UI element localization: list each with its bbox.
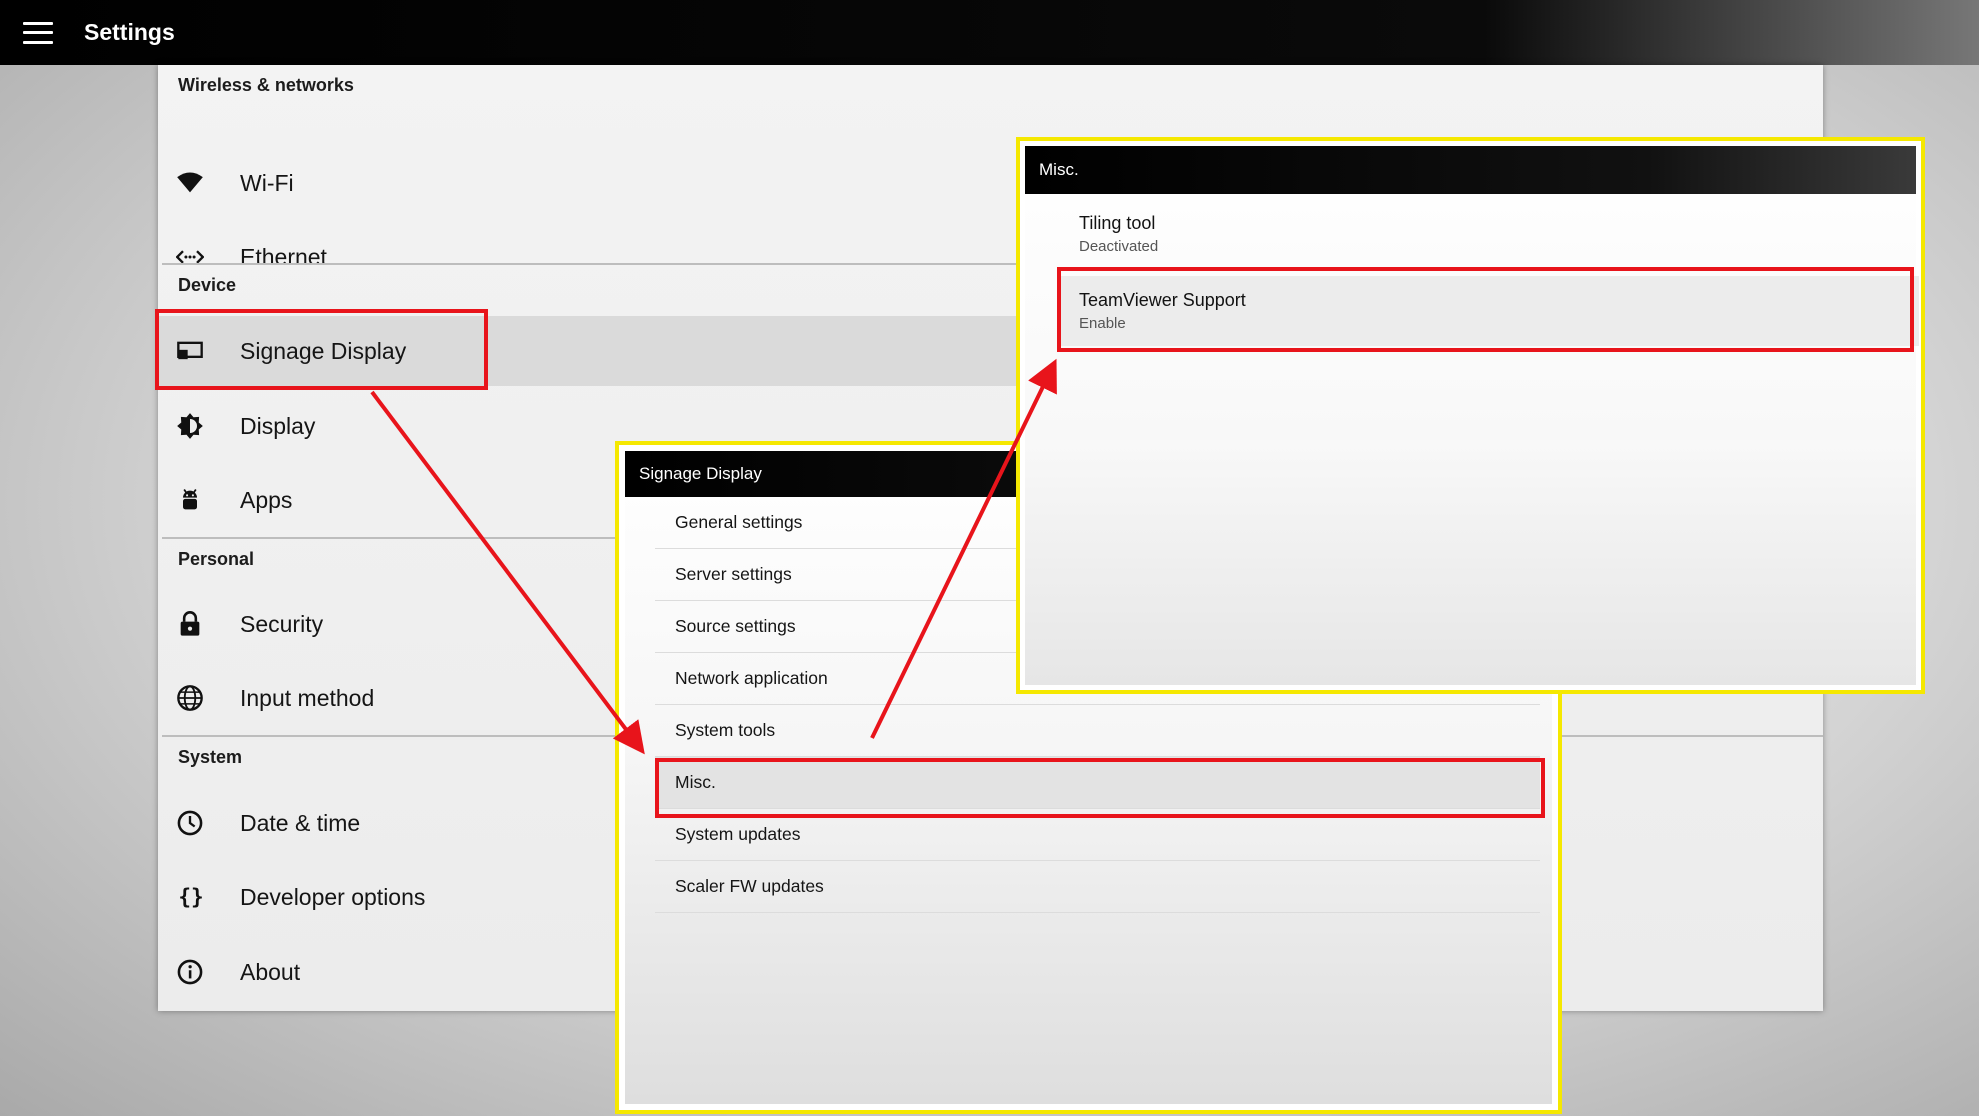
app-title: Settings: [84, 19, 175, 45]
wifi-icon: [176, 168, 236, 198]
misc-item-tiling-tool[interactable]: Tiling tool Deactivated: [1059, 199, 1919, 269]
settings-item-label: Apps: [240, 486, 293, 513]
settings-item-label: Security: [240, 610, 324, 637]
settings-item-label: Ethernet: [240, 243, 327, 270]
brightness-icon: [176, 411, 236, 441]
settings-item-label: Developer options: [240, 883, 426, 910]
lock-icon: [176, 609, 236, 639]
misc-item-title: Tiling tool: [1079, 213, 1156, 233]
misc-item-title: TeamViewer Support: [1079, 290, 1246, 310]
settings-item-ethernet[interactable]: Ethernet: [158, 222, 918, 292]
settings-item-label: Wi-Fi: [240, 169, 294, 196]
svg-text:{}: {}: [178, 885, 203, 909]
misc-content: Misc. Tiling tool Deactivated TeamViewer…: [1025, 146, 1919, 685]
section-header-personal: Personal: [178, 549, 255, 569]
globe-icon: [176, 683, 236, 713]
settings-item-wifi[interactable]: Wi-Fi: [158, 148, 918, 218]
settings-item-label: Display: [240, 412, 316, 439]
settings-item-label: About: [240, 958, 301, 985]
misc-window: Misc. Tiling tool Deactivated TeamViewer…: [1016, 137, 1925, 694]
signage-item-scaler-fw-updates[interactable]: Scaler FW updates: [655, 861, 1540, 913]
section-header-device: Device: [178, 275, 237, 295]
misc-item-subtitle: Deactivated: [1079, 238, 1159, 255]
misc-title: Misc.: [1025, 146, 1916, 194]
settings-item-label: Input method: [240, 684, 375, 711]
settings-item-label: Signage Display: [240, 337, 407, 364]
signage-item-misc[interactable]: Misc.: [655, 757, 1540, 809]
clock-icon: [176, 808, 236, 838]
info-icon: [176, 957, 236, 987]
signage-display-icon: [176, 336, 236, 366]
ethernet-icon: [176, 242, 236, 272]
braces-icon: {}: [176, 882, 236, 912]
app-bar: Settings: [0, 0, 1979, 65]
signage-item-system-tools[interactable]: System tools: [655, 705, 1540, 757]
section-header-system: System: [178, 747, 243, 767]
misc-item-subtitle: Enable: [1079, 315, 1126, 332]
signage-item-system-updates[interactable]: System updates: [655, 809, 1540, 861]
settings-item-label: Date & time: [240, 809, 361, 836]
android-icon: [176, 485, 236, 515]
section-header-wireless: Wireless & networks: [178, 75, 354, 95]
hamburger-menu-icon[interactable]: [23, 21, 53, 44]
misc-item-teamviewer-support[interactable]: TeamViewer Support Enable: [1059, 276, 1919, 346]
